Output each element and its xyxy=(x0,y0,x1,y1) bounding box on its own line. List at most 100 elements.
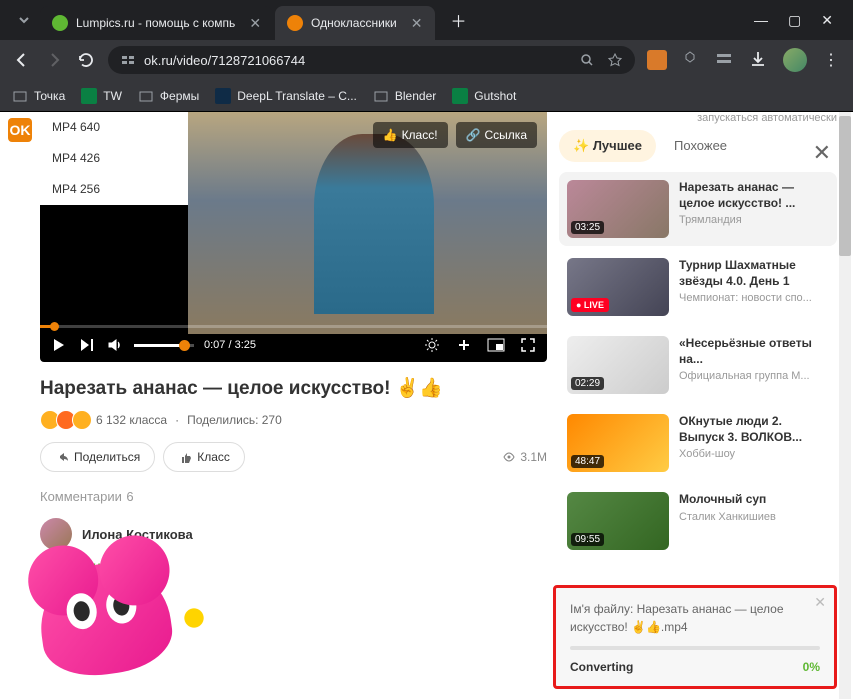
extension-icon[interactable] xyxy=(647,50,667,70)
ok-sidebar: OK xyxy=(0,112,40,699)
minimize-button[interactable]: — xyxy=(754,12,768,29)
play-button[interactable] xyxy=(50,336,68,354)
new-tab-button[interactable]: ＋ xyxy=(445,6,473,34)
video-card[interactable]: 03:25 Нарезать ананас — целое искусство! … xyxy=(559,172,837,246)
chevron-down-icon[interactable] xyxy=(16,12,32,28)
download-icon[interactable] xyxy=(749,50,769,70)
bookmark-icon[interactable] xyxy=(607,52,623,68)
video-card[interactable]: 02:29 «Несерьёзные ответы на... Официальна… xyxy=(559,328,837,402)
browser-tab-active[interactable]: Одноклассники ✕ xyxy=(275,6,434,40)
volume-icon[interactable] xyxy=(106,336,124,354)
video-thumbnail: 03:25 xyxy=(567,180,669,238)
scrollbar[interactable] xyxy=(839,112,851,699)
ok-logo[interactable]: OK xyxy=(8,118,32,142)
video-card-author: Трямландия xyxy=(679,214,829,226)
bookmark-item[interactable]: DeepL Translate – С... xyxy=(215,88,357,104)
close-window-button[interactable]: ✕ xyxy=(821,12,833,29)
autoplay-text: запускаться автоматически xyxy=(559,112,837,124)
video-thumbnail: 48:47 xyxy=(567,414,669,472)
fullscreen-icon[interactable] xyxy=(519,336,537,354)
sticker: ХОРОШЕГО ДНЯ xyxy=(40,564,220,674)
tab-best[interactable]: ✨ Лучшее xyxy=(559,130,656,162)
profile-avatar[interactable] xyxy=(783,48,807,72)
search-icon[interactable] xyxy=(579,52,595,68)
video-card-title: «Несерьёзные ответы на... xyxy=(679,336,829,367)
tab-similar[interactable]: Похожее xyxy=(660,130,741,162)
video-card-author: Официальная группа М... xyxy=(679,370,829,382)
video-card-title: Турнир Шахматные звёзды 4.0. День 1 xyxy=(679,258,829,289)
reactions-row: 6 132 класса · Поделились: 270 xyxy=(40,410,547,430)
video-player[interactable]: MP4 640 MP4 426 MP4 256 👍 Класс! 🔗 Ссылк… xyxy=(40,112,547,362)
bookmark-item[interactable]: TW xyxy=(81,88,122,104)
url-text: ok.ru/video/7128721066744 xyxy=(144,53,305,68)
close-panel-icon[interactable]: ✕ xyxy=(813,140,831,166)
back-button[interactable] xyxy=(12,50,32,70)
close-icon[interactable]: ✕ xyxy=(814,594,826,611)
next-button[interactable] xyxy=(78,336,96,354)
player-controls: 0:07 / 3:25 xyxy=(40,328,547,362)
time-display: 0:07 / 3:25 xyxy=(204,339,256,351)
browser-tab[interactable]: Lumpics.ru - помощь с компь ✕ xyxy=(40,6,273,40)
quality-option[interactable]: MP4 640 xyxy=(40,112,188,143)
forward-button[interactable] xyxy=(44,50,64,70)
download-widget: ✕ Ім'я файлу: Нарезать ананас — целое ис… xyxy=(553,585,837,689)
video-title: Нарезать ананас — целое искусство! ✌️👍 xyxy=(40,376,547,400)
close-icon[interactable]: ✕ xyxy=(249,15,261,32)
reaction-icon[interactable] xyxy=(72,410,92,430)
close-icon[interactable]: ✕ xyxy=(411,15,423,32)
bookmark-item[interactable]: Точка xyxy=(12,88,65,104)
volume-slider[interactable] xyxy=(134,344,194,347)
link-button[interactable]: 🔗 Ссылка xyxy=(456,122,537,148)
settings-icon[interactable] xyxy=(423,336,441,354)
video-card-title: ОКнутые люди 2. Выпуск 3. ВОЛКОВ... xyxy=(679,414,829,445)
video-thumbnail: 09:55 xyxy=(567,492,669,550)
live-badge: ● LIVE xyxy=(571,298,609,312)
download-progress xyxy=(570,646,820,650)
video-card-author: Сталик Ханкишиев xyxy=(679,511,829,523)
quality-option[interactable]: MP4 426 xyxy=(40,143,188,174)
duration-badge: 09:55 xyxy=(571,533,604,546)
navbar: ok.ru/video/7128721066744 ⋮ xyxy=(0,40,853,80)
klass-count: 6 132 класса xyxy=(96,413,167,427)
bookmark-item[interactable]: Blender xyxy=(373,88,436,104)
menu-button[interactable]: ⋮ xyxy=(821,50,841,70)
duration-badge: 48:47 xyxy=(571,455,604,468)
video-thumbnail: 02:29 xyxy=(567,336,669,394)
site-settings-icon[interactable] xyxy=(120,52,136,68)
klass-button[interactable]: Класс xyxy=(163,442,245,472)
pip-icon[interactable] xyxy=(487,336,505,354)
side-tabs: ✨ Лучшее Похожее xyxy=(559,130,837,162)
tab-title: Lumpics.ru - помощь с компь xyxy=(76,16,235,30)
duration-badge: 02:29 xyxy=(571,377,604,390)
tab-favicon xyxy=(52,15,68,31)
tab-favicon xyxy=(287,15,303,31)
video-card-author: Чемпионат: новости спо... xyxy=(679,292,829,304)
video-card[interactable]: 48:47 ОКнутые люди 2. Выпуск 3. ВОЛКОВ...… xyxy=(559,406,837,480)
page-content: OK ✕ MP4 640 MP4 426 MP4 256 👍 Класс! 🔗 … xyxy=(0,112,853,699)
download-filename: Ім'я файлу: Нарезать ананас — целое иску… xyxy=(570,600,820,636)
add-icon[interactable] xyxy=(455,336,473,354)
maximize-button[interactable]: ▢ xyxy=(788,12,801,29)
extensions: ⋮ xyxy=(647,48,841,72)
comments-heading: Комментарии 6 xyxy=(40,488,547,506)
reload-button[interactable] xyxy=(76,50,96,70)
bookmarks-bar: Точка TW Фермы DeepL Translate – С... Bl… xyxy=(0,80,853,112)
video-card-title: Нарезать ананас — целое искусство! ... xyxy=(679,180,829,211)
extension-icon[interactable] xyxy=(715,50,735,70)
klass-button[interactable]: 👍 Класс! xyxy=(373,122,448,148)
extension-icon[interactable] xyxy=(681,50,701,70)
video-card-author: Хобби-шоу xyxy=(679,448,829,460)
bookmark-item[interactable]: Gutshot xyxy=(452,88,516,104)
share-button[interactable]: Поделиться xyxy=(40,442,155,472)
video-card[interactable]: ● LIVE Турнир Шахматные звёзды 4.0. День … xyxy=(559,250,837,324)
duration-badge: 03:25 xyxy=(571,221,604,234)
download-percent: 0% xyxy=(803,660,820,674)
quality-option[interactable]: MP4 256 xyxy=(40,174,188,205)
tab-title: Одноклассники xyxy=(311,16,397,30)
download-status: Converting xyxy=(570,660,633,674)
bookmark-item[interactable]: Фермы xyxy=(138,88,199,104)
video-card[interactable]: 09:55Молочный супСталик Ханкишиев xyxy=(559,484,837,558)
scrollbar-thumb[interactable] xyxy=(839,116,851,256)
url-bar[interactable]: ok.ru/video/7128721066744 xyxy=(108,46,635,74)
video-thumbnail: ● LIVE xyxy=(567,258,669,316)
